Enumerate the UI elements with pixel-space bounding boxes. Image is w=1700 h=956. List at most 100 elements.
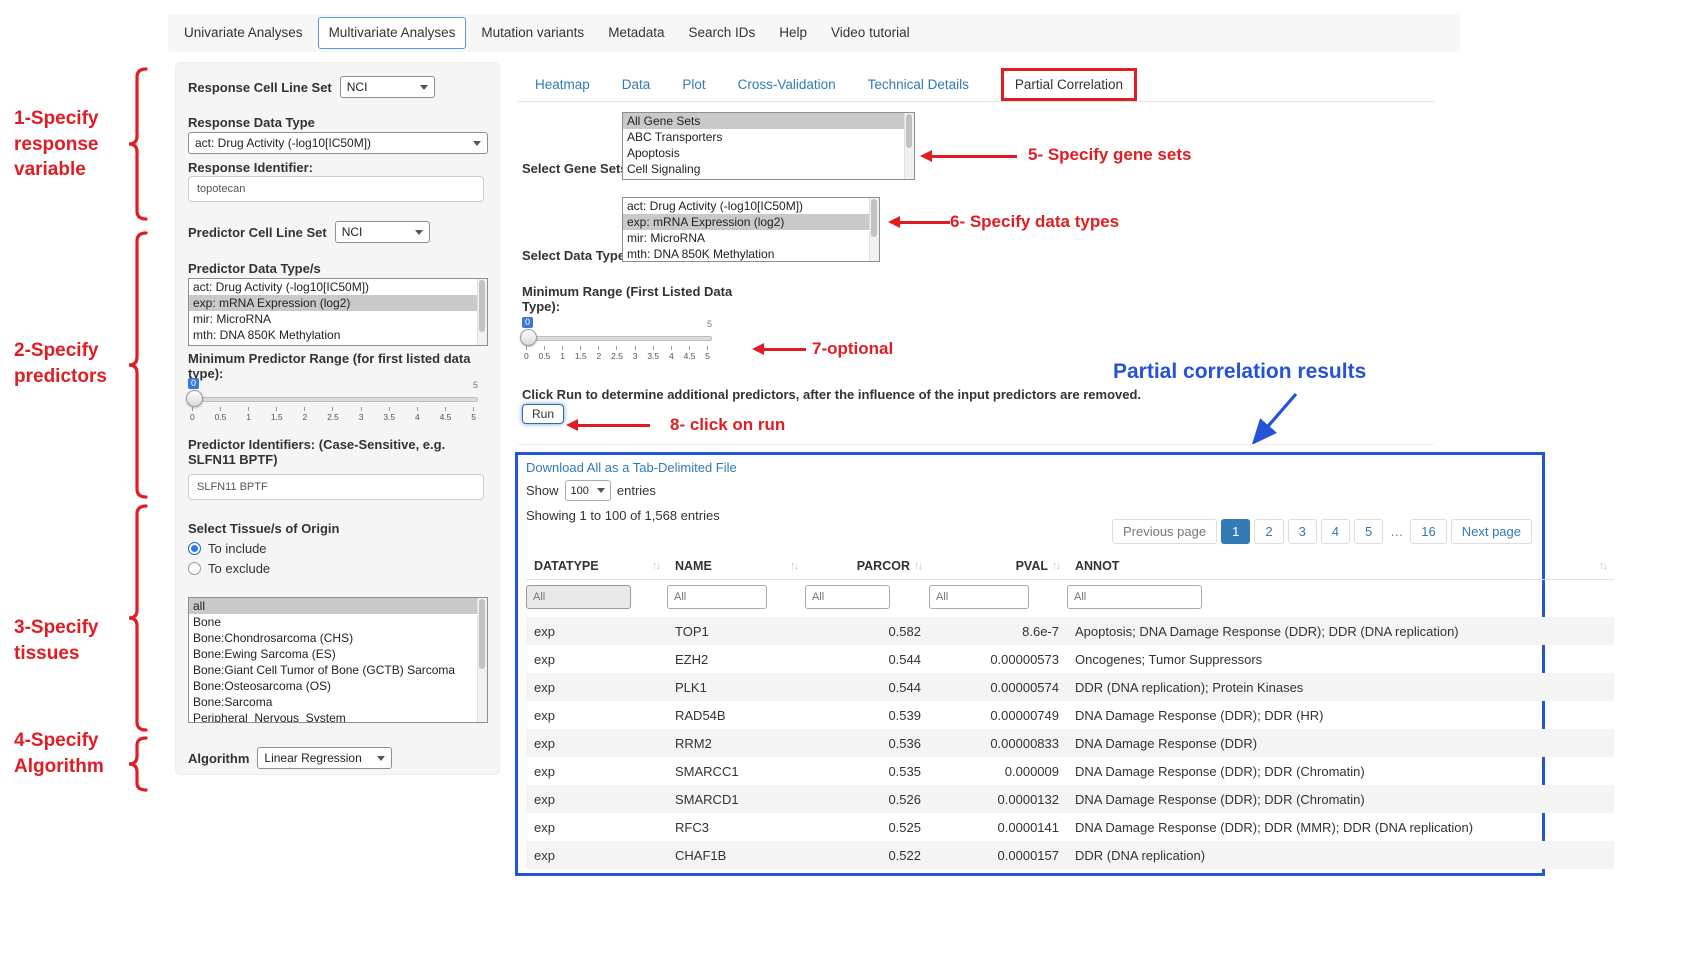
nav-item-search-ids[interactable]: Search IDs xyxy=(676,15,767,51)
column-header-parcor[interactable]: PARCOR↑↓ xyxy=(805,553,929,580)
radio-to-include[interactable]: To include xyxy=(188,541,267,556)
filter-input-name[interactable] xyxy=(667,585,767,609)
tab-technical-details[interactable]: Technical Details xyxy=(868,77,969,92)
filter-input-pval[interactable] xyxy=(929,585,1029,609)
table-row[interactable]: expCHAF1B0.5220.0000157DDR (DNA replicat… xyxy=(526,841,1614,869)
cell-name: RRM2 xyxy=(667,729,805,757)
slider-tick-label: 3.5 xyxy=(383,407,395,422)
table-row[interactable]: expSMARCD10.5260.0000132DNA Damage Respo… xyxy=(526,785,1614,813)
listbox-option[interactable]: Cell Signaling xyxy=(623,161,914,177)
chevron-down-icon xyxy=(415,230,423,235)
tab-partial-correlation[interactable]: Partial Correlation xyxy=(1001,68,1137,101)
radio-to-exclude[interactable]: To exclude xyxy=(188,561,270,576)
response-identifier-input[interactable] xyxy=(188,176,484,202)
table-row[interactable]: expRRM20.5360.00000833DNA Damage Respons… xyxy=(526,729,1614,757)
response-cell-line-set-label: Response Cell Line Set xyxy=(188,80,332,95)
cell-name: PLK1 xyxy=(667,673,805,701)
column-header-name[interactable]: NAME↑↓ xyxy=(667,553,805,580)
scrollbar[interactable] xyxy=(477,279,487,345)
listbox-option[interactable]: exp: mRNA Expression (log2) xyxy=(189,295,487,311)
column-header-annot[interactable]: ANNOT↑↓ xyxy=(1067,553,1614,580)
listbox-option[interactable]: mth: DNA 850K Methylation xyxy=(623,246,879,262)
pagination-page-3[interactable]: 3 xyxy=(1288,519,1317,544)
listbox-option[interactable]: mir: MicroRNA xyxy=(189,311,487,327)
scrollbar[interactable] xyxy=(477,598,487,722)
pagination-page-16[interactable]: 16 xyxy=(1410,519,1446,544)
filter-input-parcor[interactable] xyxy=(805,585,890,609)
listbox-option[interactable]: All Gene Sets xyxy=(623,113,914,129)
table-row[interactable]: expTOP10.5828.6e-7Apoptosis; DNA Damage … xyxy=(526,617,1614,645)
column-header-pval[interactable]: PVAL↑↓ xyxy=(929,553,1067,580)
section-divider xyxy=(518,444,1434,445)
listbox-option[interactable]: Bone:Giant Cell Tumor of Bone (GCTB) Sar… xyxy=(189,662,487,678)
slider-handle[interactable] xyxy=(186,390,203,407)
scrollbar[interactable] xyxy=(869,198,879,261)
listbox-option[interactable]: Apoptosis xyxy=(623,145,914,161)
pagination-page-2[interactable]: 2 xyxy=(1254,519,1283,544)
brace-1-icon xyxy=(128,66,148,222)
slider-tick-label: 2.5 xyxy=(327,407,339,422)
slider-handle[interactable] xyxy=(520,329,537,346)
filter-input-annot[interactable] xyxy=(1067,585,1202,609)
nav-item-video-tutorial[interactable]: Video tutorial xyxy=(819,15,922,51)
listbox-option[interactable]: mir: MicroRNA xyxy=(623,230,879,246)
tissue-listbox[interactable]: allBoneBone:Chondrosarcoma (CHS)Bone:Ewi… xyxy=(188,597,488,723)
annotation-step4: 4-Specify Algorithm xyxy=(14,728,139,779)
listbox-option[interactable]: mth: DNA 850K Methylation xyxy=(189,327,487,343)
nav-item-mutation-variants[interactable]: Mutation variants xyxy=(469,15,596,51)
data-types-listbox[interactable]: act: Drug Activity (-log10[IC50M])exp: m… xyxy=(622,197,880,262)
listbox-option[interactable]: Bone:Ewing Sarcoma (ES) xyxy=(189,646,487,662)
nav-item-help[interactable]: Help xyxy=(767,15,819,51)
listbox-option[interactable]: Bone:Sarcoma xyxy=(189,694,487,710)
select-value: act: Drug Activity (-log10[IC50M]) xyxy=(195,136,371,150)
table-row[interactable]: expRFC30.5250.0000141DNA Damage Response… xyxy=(526,813,1614,841)
table-row[interactable]: expEZH20.5440.00000573Oncogenes; Tumor S… xyxy=(526,645,1614,673)
listbox-option[interactable]: act: Drug Activity (-log10[IC50M]) xyxy=(189,279,487,295)
column-header-datatype[interactable]: DATATYPE↑↓ xyxy=(526,553,667,580)
table-row[interactable]: expPLK10.5440.00000574DDR (DNA replicati… xyxy=(526,673,1614,701)
min-range-slider[interactable]: 0 5 00.511.522.533.544.55 xyxy=(522,324,712,364)
nav-item-univariate-analyses[interactable]: Univariate Analyses xyxy=(172,15,315,51)
min-predictor-range-slider[interactable]: 0 5 00.511.522.533.544.55 xyxy=(188,385,478,425)
filter-cell xyxy=(1067,580,1614,618)
scrollbar[interactable] xyxy=(904,113,914,179)
pagination-page-1[interactable]: 1 xyxy=(1221,519,1250,544)
slider-tick-label: 0 xyxy=(190,407,195,422)
table-row[interactable]: expSMARCC10.5350.000009DNA Damage Respon… xyxy=(526,757,1614,785)
tab-cross-validation[interactable]: Cross-Validation xyxy=(738,77,836,92)
predictor-data-types-listbox[interactable]: act: Drug Activity (-log10[IC50M])exp: m… xyxy=(188,278,488,346)
pagination-next[interactable]: Next page xyxy=(1451,519,1532,544)
nav-item-multivariate-analyses[interactable]: Multivariate Analyses xyxy=(318,17,467,49)
algorithm-select[interactable]: Linear Regression xyxy=(257,747,392,769)
listbox-option[interactable]: ABC Transporters xyxy=(623,129,914,145)
entries-select[interactable]: 100 xyxy=(565,480,611,501)
predictor-identifiers-input[interactable] xyxy=(188,474,484,500)
response-data-type-select[interactable]: act: Drug Activity (-log10[IC50M]) xyxy=(188,132,488,154)
listbox-option[interactable]: Peripheral_Nervous_System xyxy=(189,710,487,723)
tab-heatmap[interactable]: Heatmap xyxy=(535,77,590,92)
listbox-option[interactable]: exp: mRNA Expression (log2) xyxy=(623,214,879,230)
response-cell-line-set-select[interactable]: NCI xyxy=(340,76,435,98)
table-row[interactable]: expRAD54B0.5390.00000749DNA Damage Respo… xyxy=(526,701,1614,729)
pagination-page-4[interactable]: 4 xyxy=(1321,519,1350,544)
pagination-prev[interactable]: Previous page xyxy=(1112,519,1217,544)
listbox-option[interactable]: Bone:Osteosarcoma (OS) xyxy=(189,678,487,694)
listbox-option[interactable]: all xyxy=(189,598,487,614)
filter-input-datatype[interactable] xyxy=(526,585,631,609)
run-button[interactable]: Run xyxy=(522,404,564,424)
download-link[interactable]: Download All as a Tab-Delimited File xyxy=(526,460,737,475)
listbox-option[interactable]: Bone:Chondrosarcoma (CHS) xyxy=(189,630,487,646)
listbox-option[interactable]: Bone xyxy=(189,614,487,630)
top-nav: Univariate AnalysesMultivariate Analyses… xyxy=(168,14,1460,52)
gene-sets-listbox[interactable]: All Gene SetsABC TransportersApoptosisCe… xyxy=(622,112,915,180)
predictor-cell-line-set-select[interactable]: NCI xyxy=(335,221,430,243)
tab-data[interactable]: Data xyxy=(622,77,651,92)
listbox-option[interactable]: act: Drug Activity (-log10[IC50M]) xyxy=(623,198,879,214)
cell-datatype: exp xyxy=(526,841,667,869)
pagination-page-5[interactable]: 5 xyxy=(1354,519,1383,544)
tab-plot[interactable]: Plot xyxy=(682,77,705,92)
entries-label: entries xyxy=(617,483,656,498)
nav-item-metadata[interactable]: Metadata xyxy=(596,15,676,51)
column-label: DATATYPE xyxy=(534,559,599,573)
slider-ticks: 00.511.522.533.544.55 xyxy=(190,407,476,422)
